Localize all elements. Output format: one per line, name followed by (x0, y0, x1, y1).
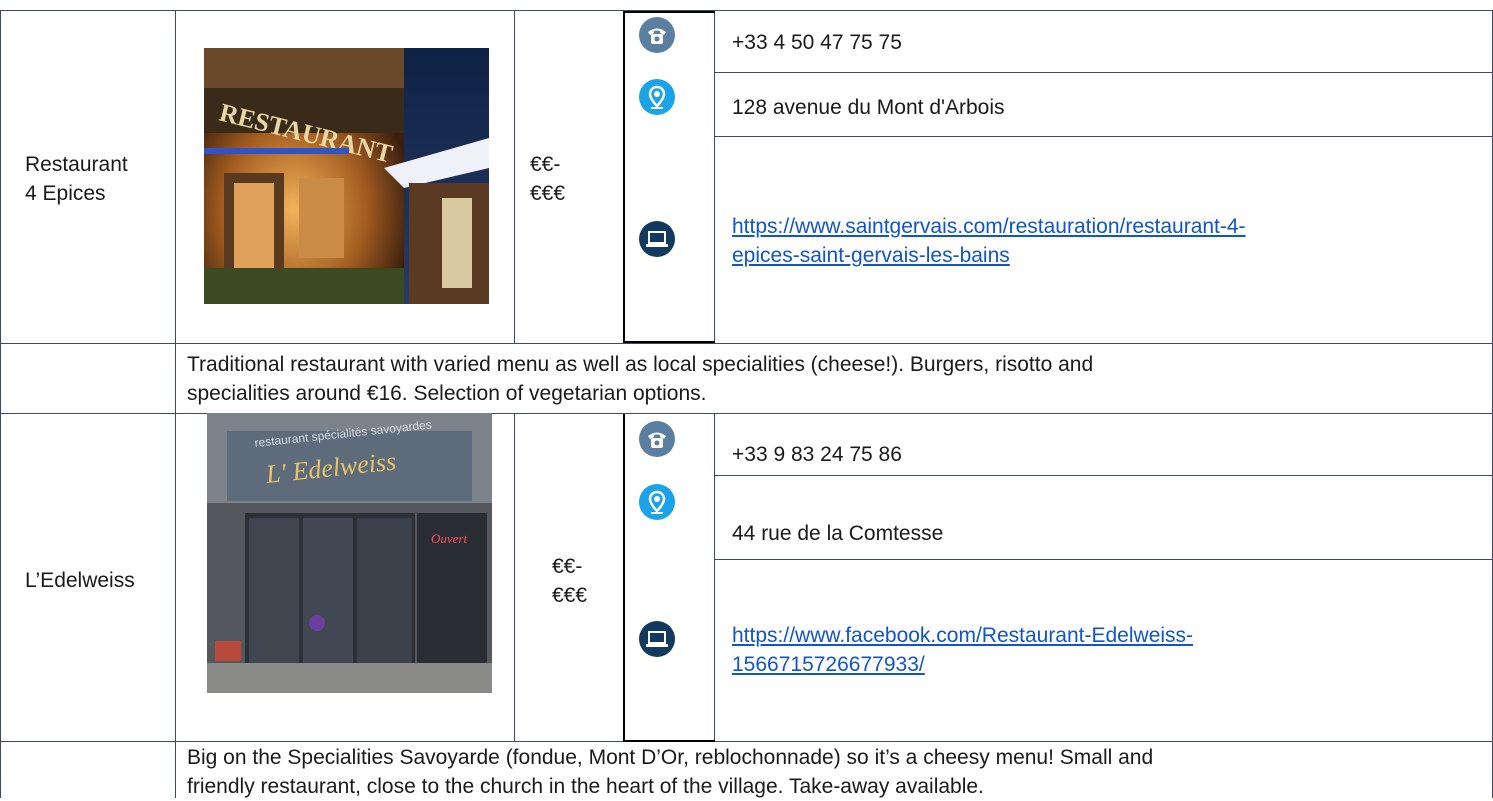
address: 44 rue de la Comtesse (732, 522, 944, 545)
table-border-top (0, 10, 1493, 11)
icon-frame-bottom (623, 341, 715, 343)
table-col-divider (514, 10, 515, 343)
table-col-divider (714, 10, 715, 343)
contact-divider (714, 559, 1492, 560)
address: 128 avenue du Mont d'Arbois (732, 96, 1005, 119)
phone-number: +33 4 50 47 75 75 (732, 31, 902, 54)
website-link-line[interactable]: epices-saint-gervais-les-bains (732, 241, 1246, 270)
icon-frame-top (623, 11, 715, 13)
price-range: €€- €€€ (530, 153, 566, 205)
laptop-icon (639, 621, 675, 657)
laptop-icon (639, 221, 675, 257)
table-col-divider (714, 413, 715, 741)
icon-frame-left (623, 414, 625, 741)
restaurant-description: Traditional restaurant with varied menu … (187, 353, 1094, 405)
website-link[interactable]: https://www.facebook.com/Restaurant-Edel… (732, 621, 1193, 679)
icon-frame-left (623, 12, 625, 342)
contact-divider (714, 475, 1492, 476)
website-link[interactable]: https://www.saintgervais.com/restauratio… (732, 212, 1246, 270)
restaurant-description: Big on the Specialities Savoyarde (fondu… (187, 746, 1154, 798)
phone-icon (639, 17, 675, 53)
contact-divider (714, 72, 1492, 73)
phone-icon (639, 421, 675, 457)
table-col-divider (514, 413, 515, 741)
website-link-line[interactable]: https://www.saintgervais.com/restauratio… (732, 212, 1246, 241)
website-link-line[interactable]: 1566715726677933/ (732, 650, 1193, 679)
restaurant-name: Restaurant 4 Epices (25, 153, 128, 205)
table-border-left (0, 10, 1, 798)
location-pin-icon (639, 79, 675, 115)
contact-divider (714, 136, 1492, 137)
restaurant-photo: RESTAURANT (204, 48, 489, 304)
table-col-divider (175, 413, 176, 798)
price-range: €€- €€€ (552, 555, 588, 607)
table-row-divider (0, 343, 1493, 344)
restaurant-photo: restaurant spécialités savoyardes L' Ede… (207, 413, 492, 693)
table-col-divider (175, 10, 176, 343)
table-col-divider (175, 343, 176, 413)
icon-frame-bottom (623, 740, 715, 742)
restaurant-name: L’Edelweiss (25, 569, 135, 592)
svg-text:Ouvert: Ouvert (431, 531, 467, 546)
table-row-divider (0, 741, 1493, 742)
website-link-line[interactable]: https://www.facebook.com/Restaurant-Edel… (732, 621, 1193, 650)
location-pin-icon (639, 484, 675, 520)
phone-number: +33 9 83 24 75 86 (732, 443, 902, 466)
